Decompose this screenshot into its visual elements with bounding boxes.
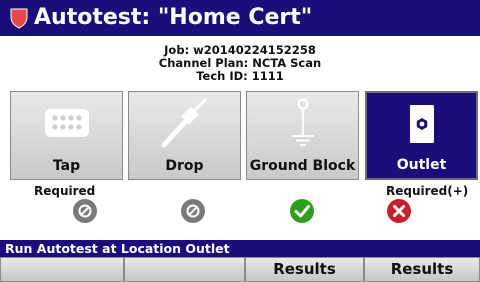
skipped-status-icon bbox=[73, 199, 97, 223]
softkey-1[interactable] bbox=[0, 257, 124, 282]
location-tile-tap[interactable]: Tap bbox=[10, 91, 123, 180]
outlet-icon bbox=[409, 105, 434, 143]
drop-cable-icon bbox=[161, 98, 207, 148]
tile-label: Ground Block bbox=[249, 158, 356, 174]
softkey-bar: Results Results bbox=[0, 257, 480, 282]
location-tile-ground-block[interactable]: Ground Block bbox=[246, 91, 359, 180]
tap-icon bbox=[44, 109, 89, 137]
requirement-label-tap: Required bbox=[34, 184, 96, 198]
status-message: Run Autotest at Location Outlet bbox=[5, 241, 230, 256]
skipped-status-icon bbox=[181, 199, 205, 223]
title-bar: Autotest: "Home Cert" bbox=[0, 0, 480, 36]
shield-icon bbox=[10, 8, 28, 29]
tile-label: Drop bbox=[165, 158, 204, 174]
location-tile-outlet[interactable]: Outlet bbox=[365, 91, 478, 180]
job-info: Job: w20140224152258 Channel Plan: NCTA … bbox=[0, 44, 480, 83]
tech-id: Tech ID: 1111 bbox=[196, 69, 284, 83]
tile-label: Tap bbox=[52, 158, 81, 174]
results-softkey-3[interactable]: Results bbox=[245, 257, 364, 282]
page-title: Autotest: "Home Cert" bbox=[34, 5, 313, 30]
tile-label: Outlet bbox=[396, 157, 447, 173]
location-tile-drop[interactable]: Drop bbox=[128, 91, 241, 180]
requirement-label-outlet: Required(+) bbox=[386, 184, 469, 198]
results-softkey-4[interactable]: Results bbox=[364, 257, 480, 282]
softkey-2[interactable] bbox=[124, 257, 245, 282]
ground-block-icon bbox=[291, 98, 314, 146]
status-bar: Run Autotest at Location Outlet bbox=[0, 240, 480, 257]
pass-check-icon bbox=[290, 199, 314, 223]
fail-x-icon bbox=[387, 199, 411, 223]
